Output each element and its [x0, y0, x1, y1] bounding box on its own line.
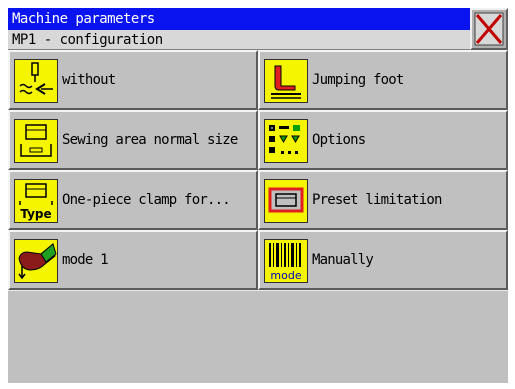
jumping-foot-icon [264, 59, 308, 103]
jumping-foot-button[interactable]: Jumping foot [258, 50, 508, 110]
empty-panel-area [8, 290, 508, 383]
close-button[interactable] [470, 8, 508, 50]
barcode-mode-button[interactable]: mode Manually [258, 230, 508, 290]
pedal-mode-label: mode 1 [62, 252, 109, 268]
clamp-type-label: One-piece clamp for... [62, 192, 231, 208]
options-icon [264, 119, 308, 163]
options-label: Options [312, 132, 366, 148]
clamp-type-icon-text: Type [20, 207, 51, 221]
sewing-area-icon [14, 119, 58, 163]
pedal-mode-icon [14, 239, 58, 283]
thread-trimmer-button[interactable]: without [8, 50, 258, 110]
barcode-mode-icon-text: mode [270, 269, 301, 282]
barcode-mode-label: Manually [312, 252, 374, 268]
sewing-area-label: Sewing area normal size [62, 132, 238, 148]
window-title: Machine parameters [8, 8, 470, 30]
thread-trimmer-icon [14, 59, 58, 103]
preset-limitation-label: Preset limitation [312, 192, 443, 208]
clamp-type-button[interactable]: Type One-piece clamp for... [8, 170, 258, 230]
pedal-mode-button[interactable]: mode 1 [8, 230, 258, 290]
barcode-mode-icon: mode [264, 239, 308, 283]
page-subtitle: MP1 - configuration [8, 30, 470, 50]
options-button[interactable]: Options [258, 110, 508, 170]
thread-trimmer-label: without [62, 72, 116, 88]
machine-parameters-screen: Machine parameters MP1 - configuration w… [8, 8, 508, 383]
preset-limitation-button[interactable]: Preset limitation [258, 170, 508, 230]
jumping-foot-label: Jumping foot [312, 72, 404, 88]
clamp-type-icon: Type [14, 179, 58, 223]
close-x-icon [474, 12, 504, 46]
preset-limitation-icon [264, 179, 308, 223]
sewing-area-button[interactable]: Sewing area normal size [8, 110, 258, 170]
